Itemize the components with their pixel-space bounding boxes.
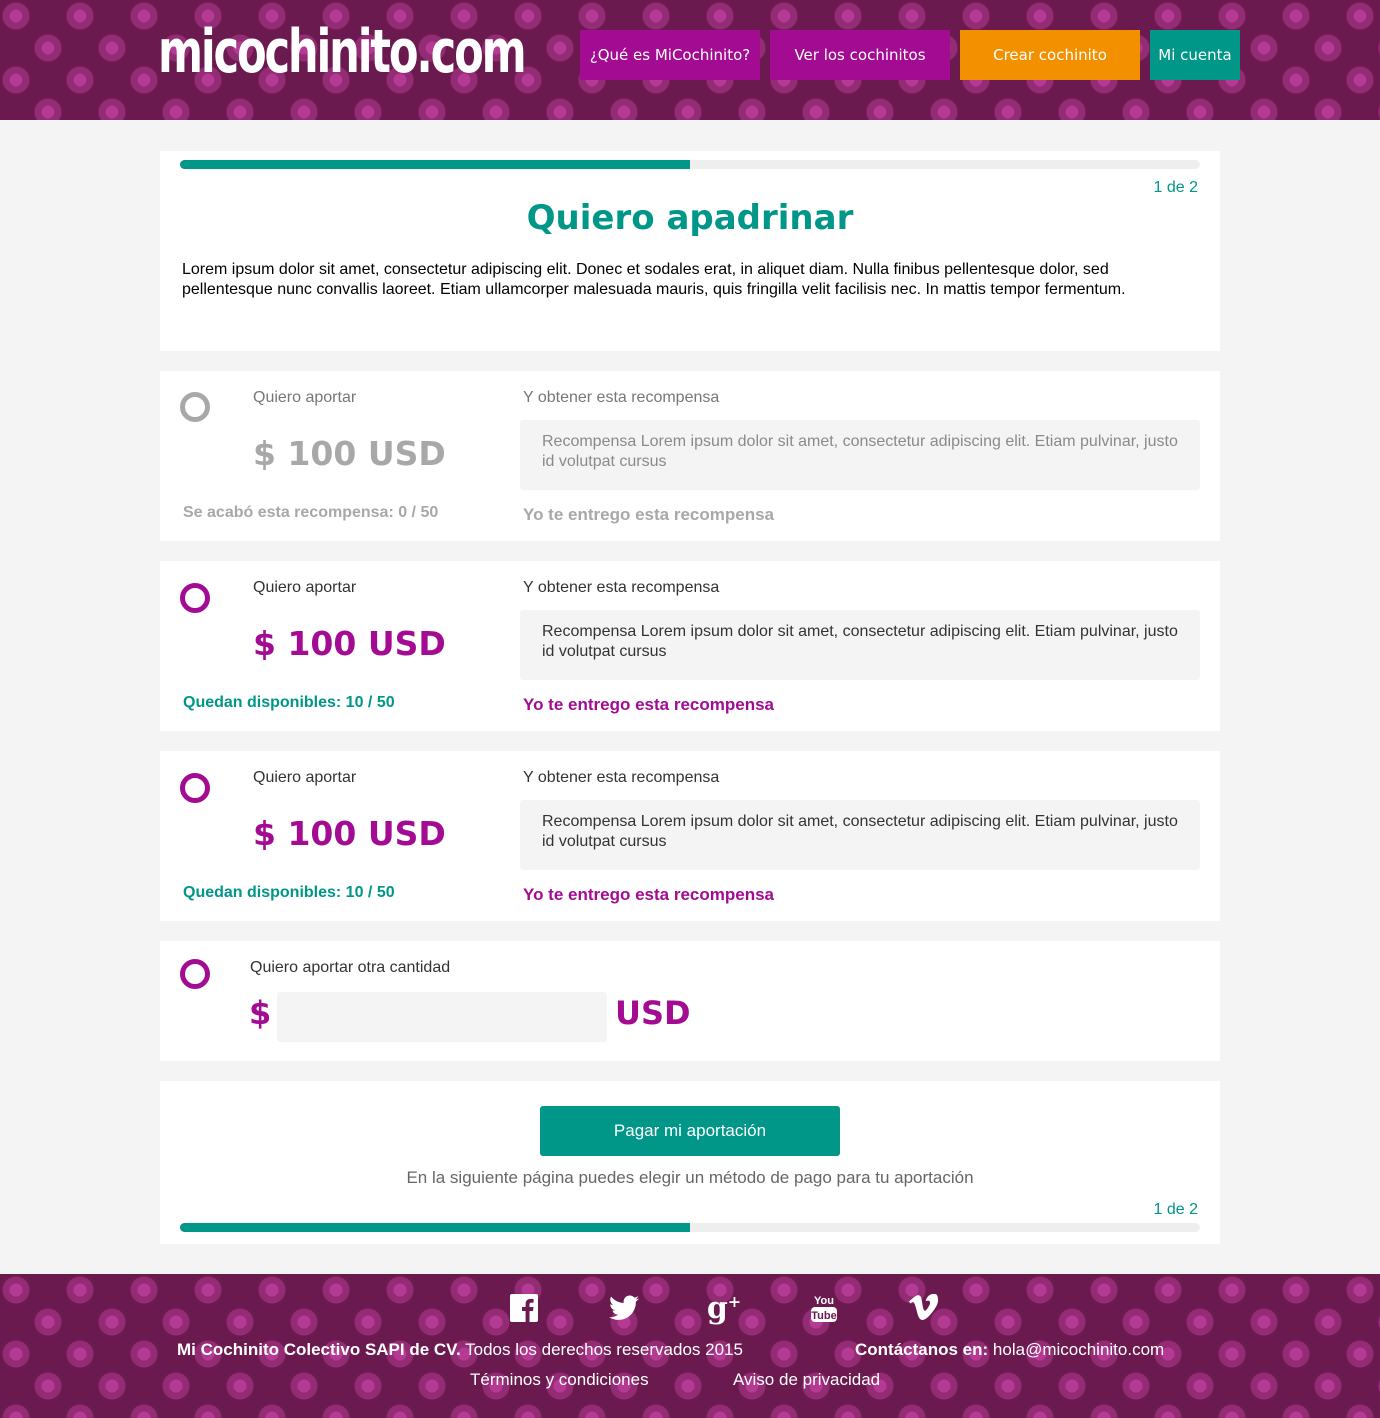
reward-option-card: Quiero aportar Y obtener esta recompensa…	[160, 561, 1220, 731]
reward-description: Recompensa Lorem ipsum dolor sit amet, c…	[520, 420, 1200, 490]
progress-bar-bottom	[180, 1223, 1200, 1232]
reward-delivery-note: Yo te entrego esta recompensa	[523, 505, 774, 524]
reward-label: Y obtener esta recompensa	[523, 769, 720, 786]
progress-fill	[180, 1223, 690, 1232]
google-plus-glyph: g+	[706, 1290, 742, 1326]
reward-radio[interactable]	[180, 773, 210, 803]
payment-card: Pagar mi aportación En la siguiente pági…	[160, 1081, 1220, 1244]
reward-option-card: Quiero aportar Y obtener esta recompensa…	[160, 751, 1220, 921]
reward-delivery-note: Yo te entrego esta recompensa	[523, 885, 774, 904]
youtube-icon[interactable]: You Tube	[808, 1292, 840, 1324]
footer-copyright: Mi Cochinito Colectivo SAPI de CV. Todos…	[177, 1340, 743, 1360]
intro-card: 1 de 2 Quiero apadrinar Lorem ipsum dolo…	[160, 151, 1220, 351]
footer-contact: Contáctanos en: hola@micochinito.com	[855, 1340, 1164, 1360]
google-plus-icon[interactable]: g+	[706, 1290, 742, 1326]
pay-contribution-button[interactable]: Pagar mi aportación	[540, 1106, 840, 1156]
payment-note: En la siguiente página puedes elegir un …	[406, 1168, 974, 1187]
site-header: micochinito.com ¿Qué es MiCochinito? Ver…	[0, 0, 1380, 120]
reward-availability: Se acabó esta recompensa: 0 / 50	[183, 504, 439, 521]
nav-que-es-button[interactable]: ¿Qué es MiCochinito?	[580, 30, 760, 80]
currency-code: USD	[615, 994, 691, 1032]
progress-bar-top	[180, 160, 1200, 169]
nav-mi-cuenta-button[interactable]: Mi cuenta	[1150, 30, 1240, 80]
twitter-icon[interactable]	[608, 1292, 640, 1324]
contact-email-link[interactable]: hola@micochinito.com	[993, 1340, 1164, 1359]
nav-ver-cochinitos-button[interactable]: Ver los cochinitos	[770, 30, 950, 80]
step-indicator: 1 de 2	[1153, 1201, 1198, 1218]
custom-amount-input[interactable]	[277, 992, 607, 1042]
facebook-icon[interactable]	[508, 1292, 540, 1324]
contribute-label: Quiero aportar	[253, 579, 357, 596]
rights-text: Todos los derechos reservados 2015	[465, 1340, 743, 1359]
contribute-label: Quiero aportar	[253, 389, 357, 406]
reward-option-card: Quiero aportar Y obtener esta recompensa…	[160, 371, 1220, 541]
company-name: Mi Cochinito Colectivo SAPI de CV.	[177, 1340, 461, 1359]
reward-amount: $ 100 USD	[253, 814, 446, 853]
reward-description: Recompensa Lorem ipsum dolor sit amet, c…	[520, 610, 1200, 680]
site-logo[interactable]: micochinito.com	[158, 16, 527, 88]
reward-amount: $ 100 USD	[253, 434, 446, 473]
svg-text:Tube: Tube	[811, 1310, 836, 1322]
reward-amount: $ 100 USD	[253, 624, 446, 663]
page-title: Quiero apadrinar	[526, 198, 854, 238]
step-indicator: 1 de 2	[1153, 179, 1198, 196]
currency-symbol: $	[249, 994, 272, 1032]
reward-delivery-note: Yo te entrego esta recompensa	[523, 695, 774, 714]
reward-radio[interactable]	[180, 392, 210, 422]
svg-text:You: You	[814, 1295, 834, 1307]
reward-radio[interactable]	[180, 583, 210, 613]
contact-label: Contáctanos en:	[855, 1340, 989, 1359]
intro-description: Lorem ipsum dolor sit amet, consectetur …	[182, 261, 1126, 298]
progress-fill	[180, 160, 690, 169]
reward-availability: Quedan disponibles: 10 / 50	[183, 694, 395, 711]
reward-description: Recompensa Lorem ipsum dolor sit amet, c…	[520, 800, 1200, 870]
custom-amount-label: Quiero aportar otra cantidad	[250, 959, 451, 976]
custom-amount-card: Quiero aportar otra cantidad $ USD	[160, 941, 1220, 1061]
terms-link[interactable]: Términos y condiciones	[470, 1370, 649, 1390]
nav-crear-cochinito-button[interactable]: Crear cochinito	[960, 30, 1140, 80]
reward-label: Y obtener esta recompensa	[523, 389, 720, 406]
site-footer: g+ You Tube Mi Cochinito Colectivo SAPI d…	[0, 1274, 1380, 1418]
reward-availability: Quedan disponibles: 10 / 50	[183, 884, 395, 901]
privacy-link[interactable]: Aviso de privacidad	[733, 1370, 880, 1390]
vimeo-icon[interactable]	[908, 1292, 940, 1324]
reward-label: Y obtener esta recompensa	[523, 579, 720, 596]
contribute-label: Quiero aportar	[253, 769, 357, 786]
custom-amount-radio[interactable]	[180, 959, 210, 989]
